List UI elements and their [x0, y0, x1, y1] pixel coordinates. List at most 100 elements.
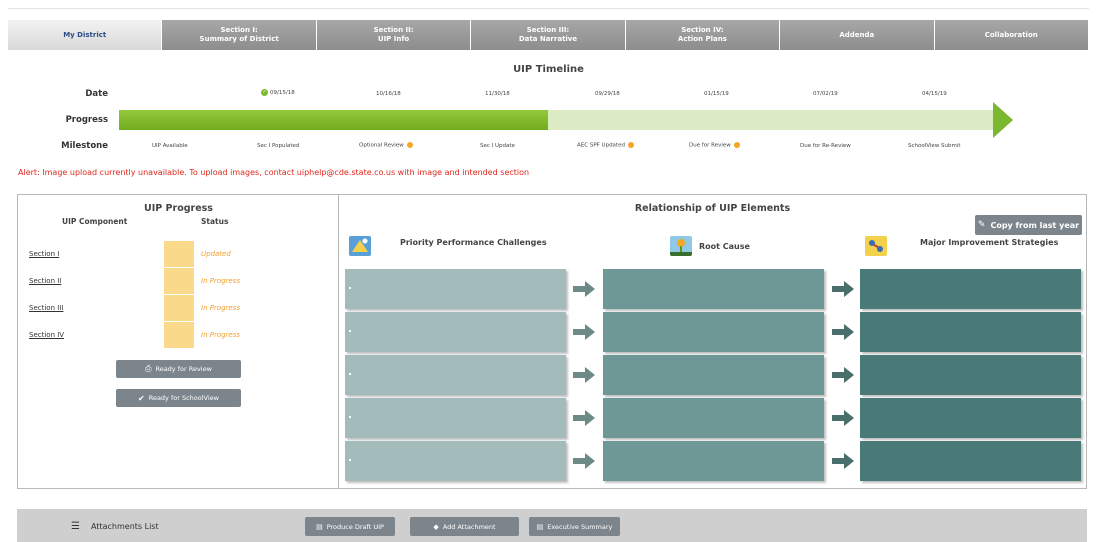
timeline-date: ✓ 09/15/18	[261, 89, 295, 96]
arrow-right-icon	[573, 410, 595, 426]
root-cause-cell[interactable]	[603, 269, 824, 309]
executive-summary-button[interactable]: ▤ Executive Summary	[529, 517, 620, 536]
challenge-cell[interactable]	[345, 269, 566, 309]
tab-label: Section II:	[373, 26, 414, 34]
status-swatch	[164, 322, 194, 348]
date-row-label: Date	[85, 89, 108, 99]
bullet	[349, 416, 351, 418]
tab-section-2[interactable]: Section II: UIP Info	[316, 20, 472, 50]
strategy-cell[interactable]	[860, 269, 1081, 309]
root-cause-header: Root Cause	[699, 242, 750, 251]
inbox-icon: ⎙	[145, 364, 152, 373]
tab-collaboration[interactable]: Collaboration	[934, 20, 1088, 50]
timeline-progress-fill	[119, 110, 548, 130]
arrow-right-icon	[832, 453, 854, 469]
challenge-cell[interactable]	[345, 355, 566, 395]
arrow-right-icon	[573, 281, 595, 297]
button-label: Copy from last year	[990, 220, 1080, 230]
main-panel: UIP Progress UIP Component Status Sectio…	[17, 194, 1087, 489]
status-header: Status	[201, 217, 229, 226]
ready-for-schoolview-button[interactable]: ✔ Ready for SchoolView	[116, 389, 241, 407]
milestone: Optional Review	[359, 142, 413, 149]
status-swatch	[164, 241, 194, 267]
tab-addenda[interactable]: Addenda	[780, 20, 935, 50]
milestone: AEC SPF Updated	[577, 142, 634, 149]
strategy-cell[interactable]	[860, 441, 1081, 481]
arrow-right-icon	[832, 410, 854, 426]
uip-component-header: UIP Component	[62, 217, 128, 226]
date-value: 09/15/18	[270, 90, 295, 96]
arrow-right-icon	[573, 324, 595, 340]
milestone-label: Due for Review	[689, 142, 731, 149]
bullet	[349, 373, 351, 375]
root-cause-icon	[670, 236, 692, 256]
tab-section-3[interactable]: Section III: Data Narrative	[471, 20, 626, 50]
tab-label: Section I:	[220, 26, 258, 34]
challenge-icon	[349, 236, 371, 256]
add-attachment-button[interactable]: ◆ Add Attachment	[410, 517, 519, 536]
document-icon: ▤	[316, 522, 323, 531]
pending-icon	[733, 142, 740, 148]
section-tabs: My District Section I: Summary of Distric…	[8, 20, 1088, 50]
arrow-right-icon	[832, 281, 854, 297]
tab-section-4[interactable]: Section IV: Action Plans	[625, 20, 781, 50]
timeline-title: UIP Timeline	[513, 64, 584, 75]
section-3-link[interactable]: Section III	[29, 304, 63, 312]
list-icon: ☰	[71, 521, 80, 532]
produce-draft-uip-button[interactable]: ▤ Produce Draft UIP	[305, 517, 395, 536]
tab-label: Section III:	[526, 26, 570, 34]
tab-label: Addenda	[839, 30, 875, 39]
tab-sublabel: UIP Info	[377, 35, 410, 43]
tab-label: My District	[63, 30, 107, 39]
button-label: Ready for SchoolView	[148, 394, 219, 402]
attachments-list-label[interactable]: Attachments List	[91, 522, 159, 531]
milestone: Sec I Populated	[257, 143, 300, 149]
milestone: Due for Review	[689, 142, 740, 149]
uip-progress-panel: UIP Progress UIP Component Status Sectio…	[18, 195, 339, 488]
milestone-label: AEC SPF Updated	[577, 142, 625, 149]
copy-from-last-year-button[interactable]: ✎ Copy from last year	[975, 215, 1082, 235]
section-4-link[interactable]: Section IV	[29, 331, 64, 339]
relationship-panel: Relationship of UIP Elements ✎ Copy from …	[339, 195, 1086, 488]
bullet	[349, 330, 351, 332]
section-2-link[interactable]: Section II	[29, 277, 61, 285]
timeline-date: 04/15/19	[922, 91, 947, 97]
challenge-cell[interactable]	[345, 312, 566, 352]
timeline-progress-track	[119, 110, 994, 130]
strategy-cell[interactable]	[860, 398, 1081, 438]
arrow-right-icon	[832, 367, 854, 383]
status-swatch	[164, 295, 194, 321]
section-2-status: In Progress	[201, 277, 241, 285]
strategy-cell[interactable]	[860, 355, 1081, 395]
arrow-right-icon	[573, 453, 595, 469]
root-cause-cell[interactable]	[603, 441, 824, 481]
pending-icon	[406, 142, 413, 148]
milestone: UIP Available	[152, 143, 188, 149]
milestone: Sec I Update	[480, 143, 515, 149]
check-icon: ✓	[261, 89, 268, 96]
strategy-icon	[865, 236, 887, 256]
timeline-date: 10/16/18	[376, 91, 401, 97]
bullet	[349, 459, 351, 461]
tab-section-1[interactable]: Section I: Summary of District	[162, 20, 317, 50]
timeline-date: 11/30/18	[485, 91, 510, 97]
tab-sublabel: Action Plans	[677, 35, 727, 43]
root-cause-cell[interactable]	[603, 398, 824, 438]
root-cause-cell[interactable]	[603, 312, 824, 352]
progress-arrow-icon	[993, 102, 1013, 138]
button-label: Ready for Review	[155, 365, 212, 373]
section-1-link[interactable]: Section I	[29, 250, 59, 258]
root-cause-cell[interactable]	[603, 355, 824, 395]
timeline-date: 09/29/18	[595, 91, 620, 97]
uip-progress-title: UIP Progress	[144, 203, 213, 214]
challenge-cell[interactable]	[345, 398, 566, 438]
strategy-cell[interactable]	[860, 312, 1081, 352]
milestone: SchoolView Submit	[908, 143, 961, 149]
tab-my-district[interactable]: My District	[8, 20, 163, 50]
tab-label: Collaboration	[984, 30, 1038, 39]
tab-sublabel: Summary of District	[199, 35, 279, 43]
timeline-date: 07/02/19	[813, 91, 838, 97]
ready-for-review-button[interactable]: ⎙ Ready for Review	[116, 360, 241, 378]
tab-label: Section IV:	[681, 26, 724, 34]
challenge-cell[interactable]	[345, 441, 566, 481]
